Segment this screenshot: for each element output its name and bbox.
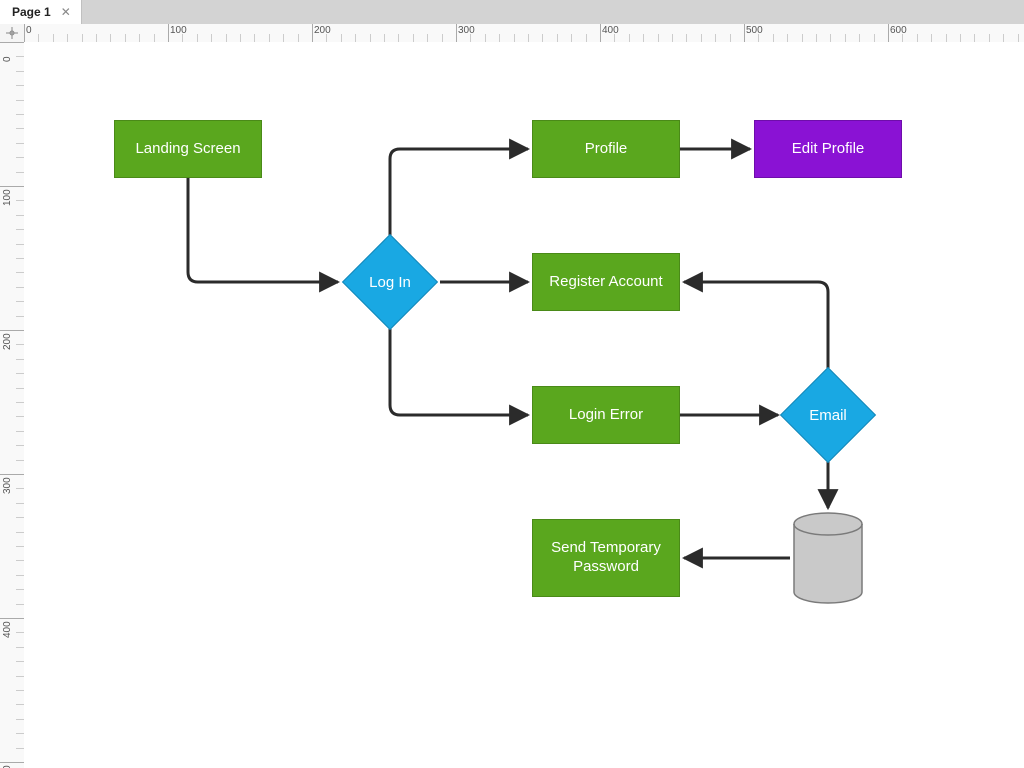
node-database[interactable] [792,512,864,604]
tab-label: Page 1 [12,5,51,19]
close-icon[interactable]: ✕ [61,6,71,18]
ruler-tick-label: 300 [458,25,475,36]
node-label: Profile [585,140,628,159]
tab-page-1[interactable]: Page 1 ✕ [0,0,82,24]
ruler-tick-label: 400 [2,621,13,638]
node-label: Register Account [549,273,662,292]
edge-email-to-register[interactable] [684,282,828,369]
ruler-tick-label: 400 [602,25,619,36]
node-log-in[interactable]: Log In [342,234,438,330]
cylinder-icon [792,512,864,604]
node-register-account[interactable]: Register Account [532,253,680,311]
node-edit-profile[interactable]: Edit Profile [754,120,902,178]
ruler-horizontal[interactable]: 0100200300400500600700 [24,24,1024,43]
diagram-canvas[interactable]: Landing Screen Profile Edit Profile Log … [24,42,1024,768]
ruler-vertical[interactable]: 0100200300400500 [0,42,25,768]
node-label: Email [809,407,847,424]
node-label: Log In [369,274,411,291]
node-label: Send Temporary Password [539,539,673,577]
ruler-tick-label: 200 [314,25,331,36]
node-login-error[interactable]: Login Error [532,386,680,444]
node-email[interactable]: Email [780,367,876,463]
crosshair-icon [6,27,18,39]
node-label: Edit Profile [792,140,865,159]
edge-login-to-loginerror[interactable] [390,328,528,415]
ruler-tick-label: 300 [2,477,13,494]
ruler-tick-label: 100 [2,189,13,206]
node-label: Login Error [569,406,643,425]
edge-landing-to-login[interactable] [188,178,338,282]
ruler-tick-label: 100 [170,25,187,36]
edge-login-to-profile[interactable] [390,149,528,236]
ruler-tick-label: 600 [890,25,907,36]
ruler-origin[interactable] [0,24,25,43]
node-label: Landing Screen [135,140,240,159]
ruler-tick-label: 0 [2,56,13,62]
tab-bar: Page 1 ✕ [0,0,1024,24]
node-landing-screen[interactable]: Landing Screen [114,120,262,178]
ruler-tick-label: 0 [26,25,32,36]
ruler-tick-label: 500 [746,25,763,36]
node-profile[interactable]: Profile [532,120,680,178]
node-send-temporary-password[interactable]: Send Temporary Password [532,519,680,597]
ruler-tick-label: 200 [2,333,13,350]
